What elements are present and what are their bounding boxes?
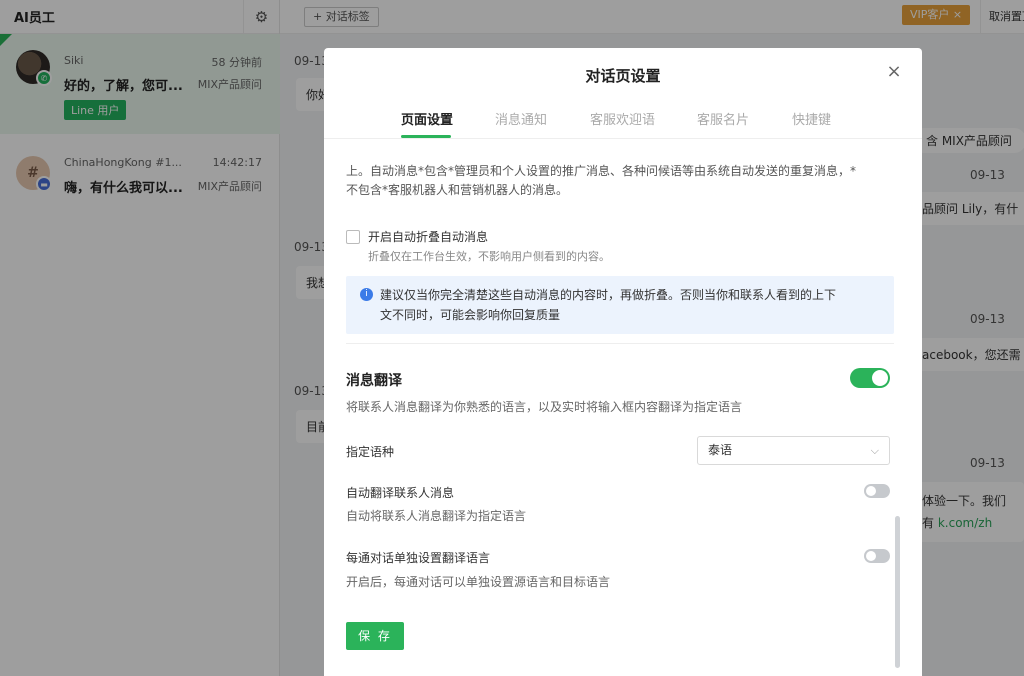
tab-message-notifications[interactable]: 消息通知: [495, 109, 547, 128]
auto-fold-hint: 折叠仅在工作台生效，不影响用户侧看到的内容。: [368, 250, 610, 263]
language-select[interactable]: 泰语 ⌵: [697, 436, 890, 465]
info-icon: i: [360, 288, 373, 301]
settings-tabs: 页面设置 消息通知 客服欢迎语 客服名片 快捷键: [324, 109, 922, 139]
conversation-settings-dialog: 对话页设置 × 页面设置 消息通知 客服欢迎语 客服名片 快捷键 上。自动消息*…: [324, 48, 922, 676]
save-button[interactable]: 保 存: [346, 622, 404, 650]
auto-fold-checkbox[interactable]: [346, 230, 360, 244]
auto-fold-label: 开启自动折叠自动消息: [368, 230, 489, 244]
per-conversation-language-toggle[interactable]: [864, 549, 890, 563]
auto-message-description: 上。自动消息*包含*管理员和个人设置的推广消息、各种问候语等由系统自动发送的重复…: [346, 162, 896, 200]
chevron-down-icon: ⌵: [870, 444, 879, 457]
auto-translate-description: 自动将联系人消息翻译为指定语言: [346, 509, 527, 523]
translation-description: 将联系人消息翻译为你熟悉的语言，以及实时将输入框内容翻译为指定语言: [346, 400, 743, 414]
per-conversation-language-title: 每通对话单独设置翻译语言: [346, 551, 491, 565]
dialog-title: 对话页设置: [585, 67, 661, 85]
toggle-knob: [866, 551, 876, 561]
language-label: 指定语种: [346, 445, 395, 459]
language-value: 泰语: [708, 443, 733, 457]
fold-tip-box: i 建议仅当你完全清楚这些自动消息的内容时，再做折叠。否则当你和联系人看到的上下…: [346, 276, 894, 334]
auto-translate-title: 自动翻译联系人消息: [346, 486, 455, 500]
per-conversation-language-description: 开启后，每通对话可以单独设置源语言和目标语言: [346, 575, 611, 589]
scrollbar[interactable]: [895, 516, 900, 668]
auto-fold-option[interactable]: 开启自动折叠自动消息 折叠仅在工作台生效，不影响用户侧看到的内容。: [346, 228, 610, 264]
translation-toggle[interactable]: [850, 368, 890, 388]
intro-line: 不包含*客服机器人和营销机器人的消息。: [346, 183, 569, 197]
active-tab-indicator: [401, 135, 451, 138]
tab-shortcuts[interactable]: 快捷键: [792, 109, 831, 128]
toggle-knob: [866, 486, 876, 496]
section-divider: [346, 343, 894, 344]
intro-line: 上。自动消息*包含*管理员和个人设置的推广消息、各种问候语等由系统自动发送的重复…: [346, 164, 857, 178]
translation-section-title: 消息翻译: [346, 373, 402, 389]
toggle-knob: [872, 370, 888, 386]
tab-welcome-message[interactable]: 客服欢迎语: [590, 109, 655, 128]
auto-translate-toggle[interactable]: [864, 484, 890, 498]
tip-line: 建议仅当你完全清楚这些自动消息的内容时，再做折叠。否则当你和联系人看到的上下: [380, 288, 837, 302]
tip-line: 文不同时，可能会影响你回复质量: [380, 308, 561, 322]
tab-agent-card[interactable]: 客服名片: [697, 109, 749, 128]
tab-page-settings[interactable]: 页面设置: [401, 109, 453, 128]
close-icon[interactable]: ×: [884, 62, 904, 82]
